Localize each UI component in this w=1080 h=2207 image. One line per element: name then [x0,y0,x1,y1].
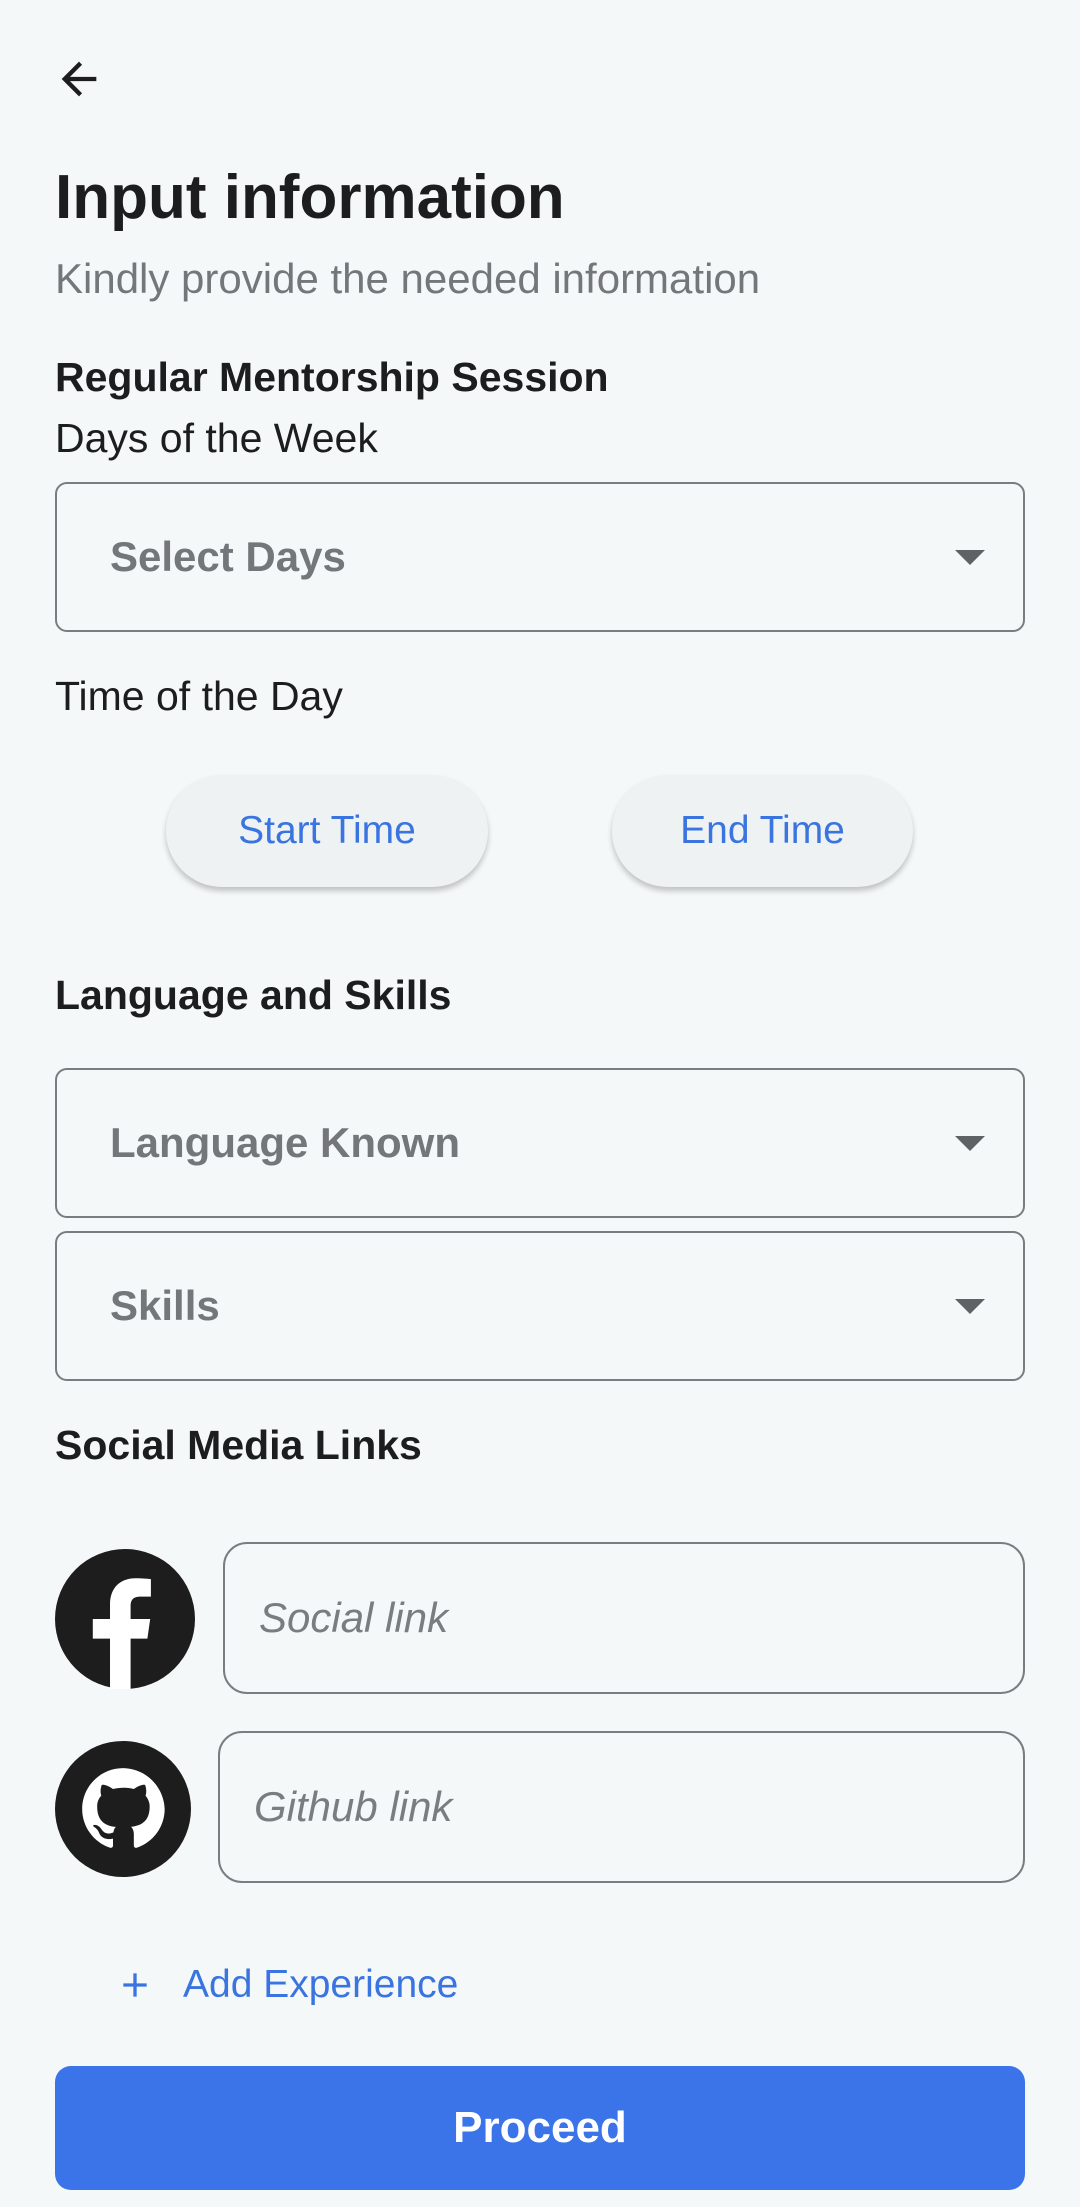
page-subtitle: Kindly provide the needed information [55,255,761,302]
start-time-button[interactable]: Start Time [166,775,488,887]
plus-icon [123,1973,147,1997]
skills-dropdown[interactable]: Skills [55,1231,1025,1381]
proceed-button[interactable]: Proceed [55,2066,1025,2190]
end-time-button[interactable]: End Time [612,775,913,887]
dropdown-arrow-icon [955,1135,985,1151]
page-title: Input information [55,163,565,232]
time-label: Time of the Day [55,673,343,719]
back-button[interactable] [40,40,118,118]
social-heading: Social Media Links [55,1422,422,1468]
language-placeholder: Language Known [110,1119,460,1166]
skills-placeholder: Skills [110,1282,220,1329]
dropdown-arrow-icon [955,1298,985,1314]
facebook-icon [55,1549,195,1689]
add-experience-button[interactable]: Add Experience [115,1950,458,2020]
dropdown-arrow-icon [955,549,985,565]
mentorship-heading: Regular Mentorship Session [55,354,609,400]
github-icon [55,1741,191,1877]
github-link-input[interactable]: Github link [218,1731,1025,1883]
days-label: Days of the Week [55,415,378,461]
language-dropdown[interactable]: Language Known [55,1068,1025,1218]
input-information-screen: Input information Kindly provide the nee… [0,0,1080,2207]
select-days-dropdown[interactable]: Select Days [55,482,1025,632]
social-link-input[interactable]: Social link [223,1542,1025,1694]
select-days-placeholder: Select Days [110,533,346,580]
arrow-left-icon [61,61,97,97]
language-skills-heading: Language and Skills [55,972,452,1018]
add-experience-label: Add Experience [183,1963,459,2006]
